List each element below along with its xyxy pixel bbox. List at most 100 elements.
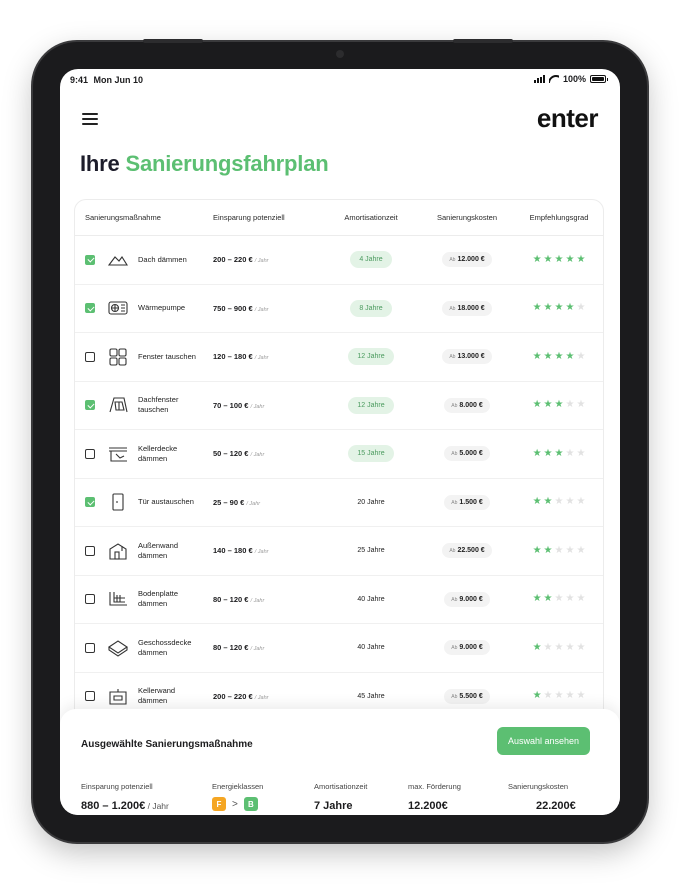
cost-cell: Ab 5.000 € [419, 446, 515, 462]
cost-badge: Ab 22.500 € [442, 543, 492, 559]
cost-cell: Ab 22.500 € [419, 543, 515, 559]
table-row[interactable]: Bodenplatte dämmen 80 – 120 € / Jahr 40 … [75, 576, 603, 624]
star-empty-icon: ★ [576, 496, 586, 508]
star-empty-icon: ★ [576, 690, 586, 702]
measure-name: Fenster tauschen [138, 351, 196, 361]
star-filled-icon: ★ [543, 593, 553, 605]
amortisation-cell: 40 Jahre [323, 639, 419, 656]
recommendation-stars: ★ ★ ★ ★ ★ [515, 447, 603, 459]
row-checkbox[interactable] [85, 351, 95, 362]
star-filled-icon: ★ [532, 593, 542, 605]
row-checkbox[interactable] [85, 254, 95, 265]
selection-summary-panel: Ausgewählte Sanierungsmaßnahme Auswahl a… [60, 709, 620, 815]
measure-cell: Dachfenster tauschen [75, 395, 213, 415]
table-row[interactable]: Dachfenster tauschen 70 – 100 € / Jahr 1… [75, 382, 603, 430]
savings-unit: / Jahr [250, 646, 265, 653]
recommendation-stars: ★ ★ ★ ★ ★ [515, 497, 603, 507]
measure-cell: Dach dämmen [75, 251, 213, 269]
summary-label-funding: max. Förderung [408, 782, 461, 791]
view-selection-button[interactable]: Auswahl ansehen [496, 727, 590, 755]
summary-title: Ausgewählte Sanierungsmaßnahme [81, 739, 253, 750]
row-checkbox[interactable] [85, 400, 95, 411]
power-button [453, 39, 513, 43]
measure-cell: Bodenplatte dämmen [75, 589, 213, 609]
savings-unit: / Jahr [254, 306, 269, 313]
row-checkbox[interactable] [85, 303, 95, 314]
cost-prefix: Ab [451, 451, 458, 458]
cost-prefix: Ab [449, 257, 456, 264]
savings-cell: 80 – 120 € / Jahr [213, 595, 323, 604]
basement-wall-icon [108, 687, 128, 705]
amortisation-value: 8 Jahre [350, 299, 392, 317]
table-row[interactable]: Außenwand dämmen 140 – 180 € / Jahr 25 J… [75, 527, 603, 576]
star-empty-icon: ★ [554, 641, 564, 653]
star-filled-icon: ★ [532, 302, 542, 314]
amortisation-cell: 12 Jahre [323, 348, 419, 366]
measure-name: Außenwand dämmen [138, 540, 179, 560]
star-filled-icon: ★ [532, 447, 542, 459]
star-empty-icon: ★ [576, 544, 586, 556]
cost-badge: Ab 8.000 € [444, 397, 490, 413]
cost-badge: Ab 5.000 € [444, 446, 490, 462]
amortisation-value: 12 Jahre [348, 396, 394, 414]
summary-savings-amount: 880 – 1.200€ [81, 800, 146, 812]
col-header-cost: Sanierungskosten [436, 213, 498, 222]
star-empty-icon: ★ [554, 690, 564, 702]
battery-icon [590, 75, 608, 83]
star-empty-icon: ★ [565, 690, 575, 702]
star-empty-icon: ★ [565, 496, 575, 508]
star-empty-icon: ★ [554, 496, 564, 508]
savings-range: 50 – 120 € [213, 449, 249, 459]
savings-cell: 200 – 220 € / Jahr [213, 692, 323, 701]
savings-cell: 80 – 120 € / Jahr [213, 643, 323, 652]
recommendation-stars: ★ ★ ★ ★ ★ [515, 544, 603, 556]
volume-button [143, 39, 203, 43]
row-checkbox[interactable] [85, 497, 95, 508]
savings-unit: / Jahr [254, 355, 269, 362]
status-date: Mon Jun 10 [93, 75, 144, 85]
table-row[interactable]: Wärmepumpe 750 – 900 € / Jahr 8 Jahre Ab… [75, 285, 603, 333]
summary-label-cost: Sanierungskosten [508, 782, 569, 791]
measure-name: Kellerdecke dämmen [138, 443, 178, 463]
row-checkbox[interactable] [85, 594, 95, 605]
col-header-recommendation: Empfehlungsgrad [529, 213, 589, 222]
table-row[interactable]: Kellerdecke dämmen 50 – 120 € / Jahr 15 … [75, 430, 603, 479]
cost-value: 8.000 € [459, 401, 483, 409]
cost-value: 18.000 € [457, 304, 485, 312]
col-header-amortisation: Amortisationzeit [344, 213, 398, 222]
summary-label-amortisation: Amortisationzeit [314, 782, 368, 791]
cost-value: 5.000 € [459, 450, 483, 458]
recommendation-stars: ★ ★ ★ ★ ★ [515, 594, 603, 604]
cost-prefix: Ab [451, 645, 458, 652]
row-checkbox[interactable] [85, 448, 95, 459]
row-checkbox[interactable] [85, 691, 95, 702]
table-row[interactable]: Tür austauschen 25 – 90 € / Jahr 20 Jahr… [75, 479, 603, 527]
row-checkbox[interactable] [85, 545, 95, 556]
savings-unit: / Jahr [246, 500, 261, 507]
cost-cell: Ab 9.000 € [419, 640, 515, 656]
star-empty-icon: ★ [576, 641, 586, 653]
amortisation-cell: 12 Jahre [323, 396, 419, 414]
star-empty-icon: ★ [565, 641, 575, 653]
battery-percent: 100% [562, 74, 586, 84]
star-empty-icon: ★ [576, 399, 586, 411]
star-filled-icon: ★ [543, 253, 553, 265]
cost-cell: Ab 18.000 € [419, 300, 515, 316]
table-row[interactable]: Dach dämmen 200 – 220 € / Jahr 4 Jahre A… [75, 236, 603, 285]
amortisation-value: 45 Jahre [357, 692, 385, 700]
recommendation-stars: ★ ★ ★ ★ ★ [515, 400, 603, 410]
recommendation-stars: ★ ★ ★ ★ ★ [515, 350, 603, 362]
recommendation-stars: ★ ★ ★ ★ ★ [515, 303, 603, 313]
table-row[interactable]: Geschossdecke dämmen 80 – 120 € / Jahr 4… [75, 624, 603, 673]
star-filled-icon: ★ [532, 350, 542, 362]
amortisation-cell: 25 Jahre [323, 542, 419, 559]
row-checkbox[interactable] [85, 642, 95, 653]
brand-logo[interactable]: enter [537, 103, 599, 134]
star-filled-icon: ★ [543, 399, 553, 411]
cost-value: 22.500 € [457, 547, 485, 555]
star-filled-icon: ★ [532, 641, 542, 653]
table-row[interactable]: Fenster tauschen 120 – 180 € / Jahr 12 J… [75, 333, 603, 382]
cost-cell: Ab 9.000 € [419, 591, 515, 607]
cost-cell: Ab 5.500 € [419, 688, 515, 704]
hamburger-menu-icon[interactable] [82, 113, 98, 125]
